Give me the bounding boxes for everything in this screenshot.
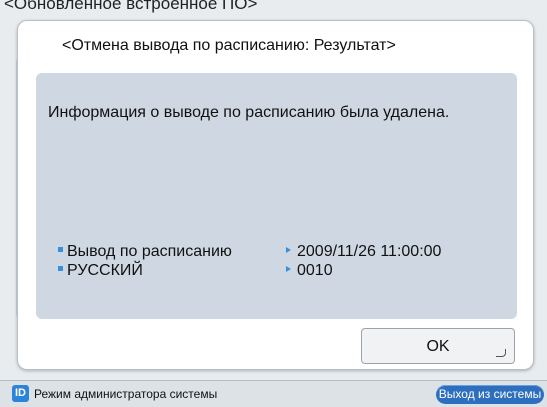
ok-button[interactable]: OK	[361, 328, 515, 364]
dialog-title: <Отмена вывода по расписанию: Результат>	[62, 37, 396, 54]
ok-button-label: OK	[426, 338, 450, 355]
triangle-bullet-icon	[286, 265, 291, 272]
row-label-text: РУССКИЙ	[67, 262, 143, 279]
square-bullet-icon	[58, 247, 63, 253]
row-label-schedule: Вывод по расписанию	[58, 243, 232, 261]
row-value-schedule: 2009/11/26 11:00:00	[286, 243, 441, 261]
result-dialog: <Отмена вывода по расписанию: Результат>…	[17, 20, 534, 370]
result-message: Информация о выводе по расписанию была у…	[48, 104, 450, 121]
row-label-language: РУССКИЙ	[58, 262, 143, 280]
admin-id-icon: ID	[12, 385, 29, 402]
row-value-language: 0010	[286, 262, 333, 280]
background-title: <Обновленное встроенное ПО>	[4, 0, 258, 13]
row-label-text: Вывод по расписанию	[67, 243, 232, 260]
status-bar: ID Режим администратора системы Выход из…	[0, 380, 547, 407]
screen: <Обновленное встроенное ПО> <Отмена выво…	[0, 0, 547, 407]
row-value-text: 0010	[297, 262, 333, 279]
triangle-bullet-icon	[286, 246, 291, 253]
square-bullet-icon	[58, 266, 63, 272]
corner-arrow-icon	[496, 349, 506, 357]
logout-button[interactable]: Выход из системы	[436, 385, 544, 404]
info-panel: Информация о выводе по расписанию была у…	[36, 73, 517, 319]
admin-mode-label: Режим администратора системы	[34, 387, 218, 401]
row-value-text: 2009/11/26 11:00:00	[297, 243, 442, 260]
